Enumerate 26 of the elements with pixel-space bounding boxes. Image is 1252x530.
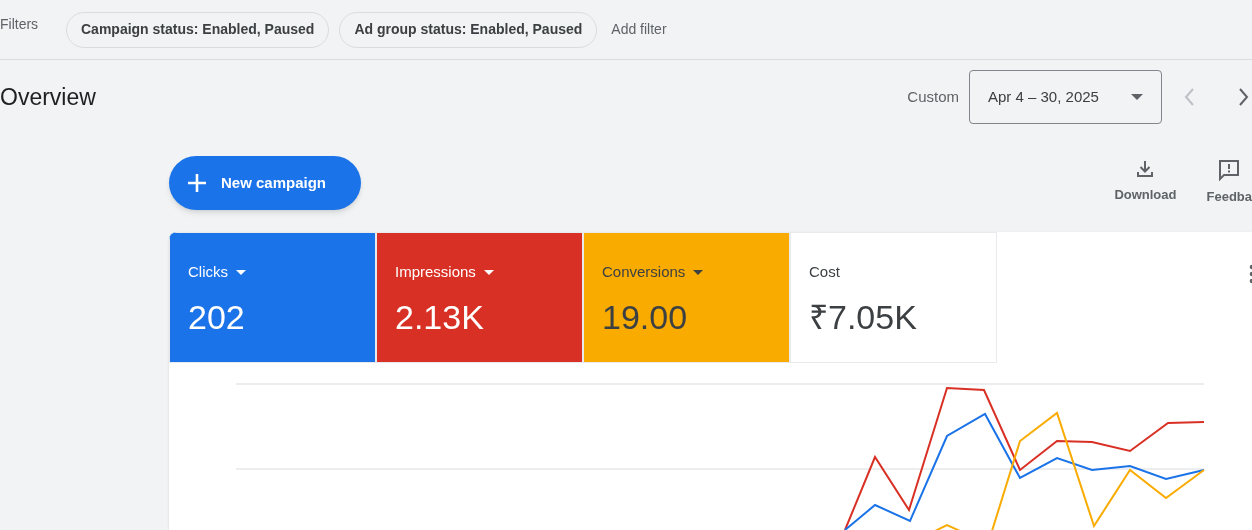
- metric-value: 202: [188, 296, 246, 338]
- date-range-dropdown[interactable]: Apr 4 – 30, 2025: [969, 70, 1162, 124]
- metric-label: Cost: [809, 262, 840, 282]
- add-filter-link[interactable]: Add filter: [611, 19, 667, 40]
- date-preset-label: Custom: [907, 86, 959, 107]
- metric-tile[interactable]: Clicks 202: [169, 232, 376, 363]
- download-icon: [1135, 159, 1156, 180]
- metric-tile[interactable]: Impressions 2.13K: [376, 232, 583, 363]
- metric-label: Impressions: [395, 262, 476, 282]
- page-title: Overview: [0, 82, 96, 112]
- metric-label: Clicks: [188, 262, 228, 282]
- metric-value: 2.13K: [395, 296, 485, 338]
- feedback-icon: [1218, 159, 1241, 182]
- metric-value: 19.00: [602, 296, 689, 338]
- caret-icon: [1131, 94, 1143, 100]
- download-button[interactable]: Download: [1114, 159, 1177, 205]
- filter-chip[interactable]: Campaign status: Enabled, Paused: [66, 11, 330, 48]
- feedback-button[interactable]: Feedba: [1206, 159, 1252, 207]
- metric-label: Conversions: [602, 262, 686, 282]
- filter-chip[interactable]: Ad group status: Enabled, Paused: [339, 11, 598, 48]
- plus-icon: [187, 173, 207, 193]
- metric-tile[interactable]: Cost ₹7.05K: [790, 232, 997, 363]
- new-campaign-button[interactable]: New campaign: [169, 156, 361, 210]
- metric-value: ₹7.05K: [809, 296, 918, 338]
- metric-tile[interactable]: Conversions 19.00: [583, 232, 790, 363]
- filters-label: Filters: [0, 15, 40, 34]
